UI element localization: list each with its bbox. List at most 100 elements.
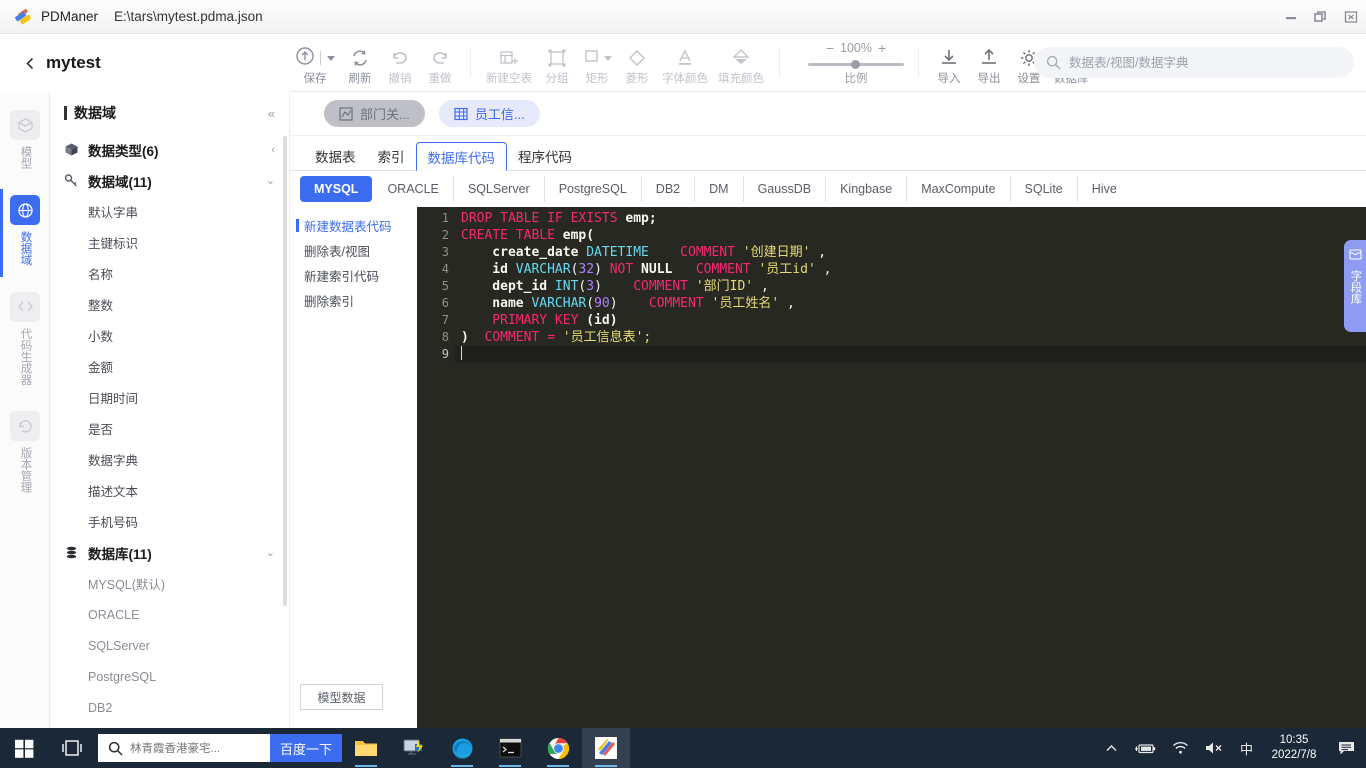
- windows-start-icon[interactable]: [0, 728, 48, 768]
- taskbar-search[interactable]: 林青霞香港豪宅...: [98, 734, 270, 762]
- search-input[interactable]: [1069, 55, 1319, 70]
- code-line[interactable]: [455, 346, 1366, 363]
- dbtab-hive[interactable]: Hive: [1078, 176, 1131, 202]
- global-search[interactable]: [1034, 47, 1354, 78]
- chevron-down-icon[interactable]: ⌄: [266, 174, 275, 187]
- code-line[interactable]: id VARCHAR(32) NOT NULL COMMENT '员工id' ,: [455, 261, 1366, 278]
- zoom-in-button[interactable]: +: [878, 40, 886, 56]
- rail-item-version-management[interactable]: 版本管理: [0, 401, 50, 501]
- collapse-left-icon[interactable]: «: [268, 106, 275, 121]
- tree-leaf[interactable]: 描述文本: [50, 475, 289, 506]
- field-library-tab[interactable]: 字段库: [1344, 240, 1366, 332]
- redo-button[interactable]: 重做: [420, 40, 460, 92]
- zoom-control[interactable]: − 100% + 比例: [804, 37, 908, 89]
- maximize-icon[interactable]: [1306, 0, 1336, 34]
- tree-leaf[interactable]: 名称: [50, 258, 289, 289]
- entity-chip-department[interactable]: 部门关...: [324, 100, 425, 127]
- tree-leaf[interactable]: 主键标识: [50, 227, 289, 258]
- tab-program-code[interactable]: 程序代码: [507, 141, 583, 170]
- code-line[interactable]: name VARCHAR(90) COMMENT '员工姓名' ,: [455, 295, 1366, 312]
- tree-leaf[interactable]: 默认字串: [50, 196, 289, 227]
- tree-leaf[interactable]: DB2: [50, 692, 289, 723]
- tree-leaf[interactable]: 整数: [50, 289, 289, 320]
- code-item-create-table[interactable]: 新建数据表代码: [290, 213, 417, 238]
- chevron-down-icon[interactable]: [327, 55, 335, 61]
- tab-index[interactable]: 索引: [367, 141, 416, 170]
- code-item-create-index[interactable]: 新建索引代码: [290, 263, 417, 288]
- rail-item-code-generator[interactable]: 代码生成器: [0, 282, 50, 394]
- import-button[interactable]: 导入: [929, 40, 969, 92]
- dbtab-gaussdb[interactable]: GaussDB: [744, 176, 827, 202]
- chevron-down-icon[interactable]: [603, 55, 612, 61]
- dbtab-sqlite[interactable]: SQLite: [1011, 176, 1078, 202]
- code-line[interactable]: CREATE TABLE emp(: [455, 227, 1366, 244]
- remote-desktop-icon[interactable]: [390, 728, 438, 768]
- terminal-icon[interactable]: [486, 728, 534, 768]
- rectangle-button[interactable]: 矩形: [577, 40, 617, 92]
- tree-leaf[interactable]: 手机号码: [50, 506, 289, 537]
- dbtab-sqlserver[interactable]: SQLServer: [454, 176, 545, 202]
- chrome-browser-icon[interactable]: [534, 728, 582, 768]
- editor-code-area[interactable]: DROP TABLE IF EXISTS emp; CREATE TABLE em…: [455, 207, 1366, 728]
- tree-leaf[interactable]: 是否: [50, 413, 289, 444]
- taskbar-search-value[interactable]: 林青霞香港豪宅...: [130, 740, 220, 756]
- tab-database-code[interactable]: 数据库代码: [415, 142, 507, 171]
- code-line[interactable]: dept_id INT(3) COMMENT '部门ID' ,: [455, 278, 1366, 295]
- fill-color-button[interactable]: 填充颜色: [713, 40, 769, 92]
- zoom-out-button[interactable]: −: [826, 40, 834, 56]
- rail-item-model[interactable]: 模型: [0, 100, 50, 177]
- code-item-drop-index[interactable]: 删除索引: [290, 288, 417, 313]
- tree-scrollbar[interactable]: [283, 136, 287, 606]
- tree-leaf[interactable]: 小数: [50, 320, 289, 351]
- tree-group-databases[interactable]: 数据库(11) ⌄: [50, 537, 289, 568]
- group-button[interactable]: 分组: [537, 40, 577, 92]
- tab-data-table[interactable]: 数据表: [304, 141, 367, 170]
- code-line[interactable]: PRIMARY KEY (id): [455, 312, 1366, 329]
- refresh-button[interactable]: 刷新: [340, 40, 380, 92]
- code-line[interactable]: create_date DATETIME COMMENT '创建日期' ,: [455, 244, 1366, 261]
- model-data-button[interactable]: 模型数据: [300, 684, 383, 710]
- tree-leaf[interactable]: 金额: [50, 351, 289, 382]
- tree-leaf[interactable]: ORACLE: [50, 599, 289, 630]
- save-button[interactable]: 保存: [290, 40, 340, 92]
- dbtab-mysql[interactable]: MYSQL: [300, 176, 373, 202]
- chevron-left-icon[interactable]: [22, 55, 38, 71]
- code-line[interactable]: DROP TABLE IF EXISTS emp;: [455, 210, 1366, 227]
- taskbar-clock[interactable]: 10:35 2022/7/8: [1261, 733, 1327, 763]
- zoom-slider-handle[interactable]: [851, 59, 860, 69]
- minimize-icon[interactable]: [1276, 0, 1306, 34]
- tree-leaf[interactable]: 数据字典: [50, 444, 289, 475]
- ime-chinese-icon[interactable]: 中: [1232, 739, 1261, 758]
- tree-leaf[interactable]: MYSQL(默认): [50, 568, 289, 599]
- edge-browser-icon[interactable]: [438, 728, 486, 768]
- dbtab-kingbase[interactable]: Kingbase: [826, 176, 908, 202]
- task-view-icon[interactable]: [48, 728, 96, 768]
- entity-chip-employee[interactable]: 员工信...: [438, 100, 540, 127]
- baidu-search-button[interactable]: 百度一下: [270, 734, 342, 762]
- tree-group-data-types[interactable]: 数据类型(6) ‹: [50, 134, 289, 165]
- dbtab-maxcompute[interactable]: MaxCompute: [907, 176, 1011, 202]
- notification-icon[interactable]: [1327, 741, 1366, 756]
- wifi-icon[interactable]: [1164, 741, 1197, 755]
- battery-icon[interactable]: [1126, 742, 1164, 755]
- undo-button[interactable]: 撤销: [380, 40, 420, 92]
- tree-leaf[interactable]: PostgreSQL: [50, 661, 289, 692]
- tree-leaf[interactable]: 日期时间: [50, 382, 289, 413]
- font-color-button[interactable]: 字体颜色: [657, 40, 713, 92]
- sql-code-editor[interactable]: 1 2 3 4 5 6 7 8 9 DROP TABLE IF EXISTS e…: [417, 207, 1366, 728]
- dbtab-postgresql[interactable]: PostgreSQL: [545, 176, 642, 202]
- diamond-button[interactable]: 菱形: [617, 40, 657, 92]
- chevron-down-icon[interactable]: ⌄: [266, 546, 275, 559]
- tree-group-data-domains[interactable]: 数据域(11) ⌄: [50, 165, 289, 196]
- dbtab-oracle[interactable]: ORACLE: [373, 176, 454, 202]
- code-item-drop-table[interactable]: 删除表/视图: [290, 238, 417, 263]
- file-explorer-icon[interactable]: [342, 728, 390, 768]
- code-line[interactable]: ) COMMENT = '员工信息表';: [455, 329, 1366, 346]
- tree-leaf[interactable]: SQLServer: [50, 630, 289, 661]
- new-empty-table-button[interactable]: 新建空表: [481, 40, 537, 92]
- zoom-slider[interactable]: [808, 59, 904, 69]
- rail-item-data-domain[interactable]: 数据域: [0, 185, 50, 277]
- pdmaner-icon[interactable]: [582, 728, 630, 768]
- close-icon[interactable]: [1336, 0, 1366, 34]
- export-button[interactable]: 导出: [969, 40, 1009, 92]
